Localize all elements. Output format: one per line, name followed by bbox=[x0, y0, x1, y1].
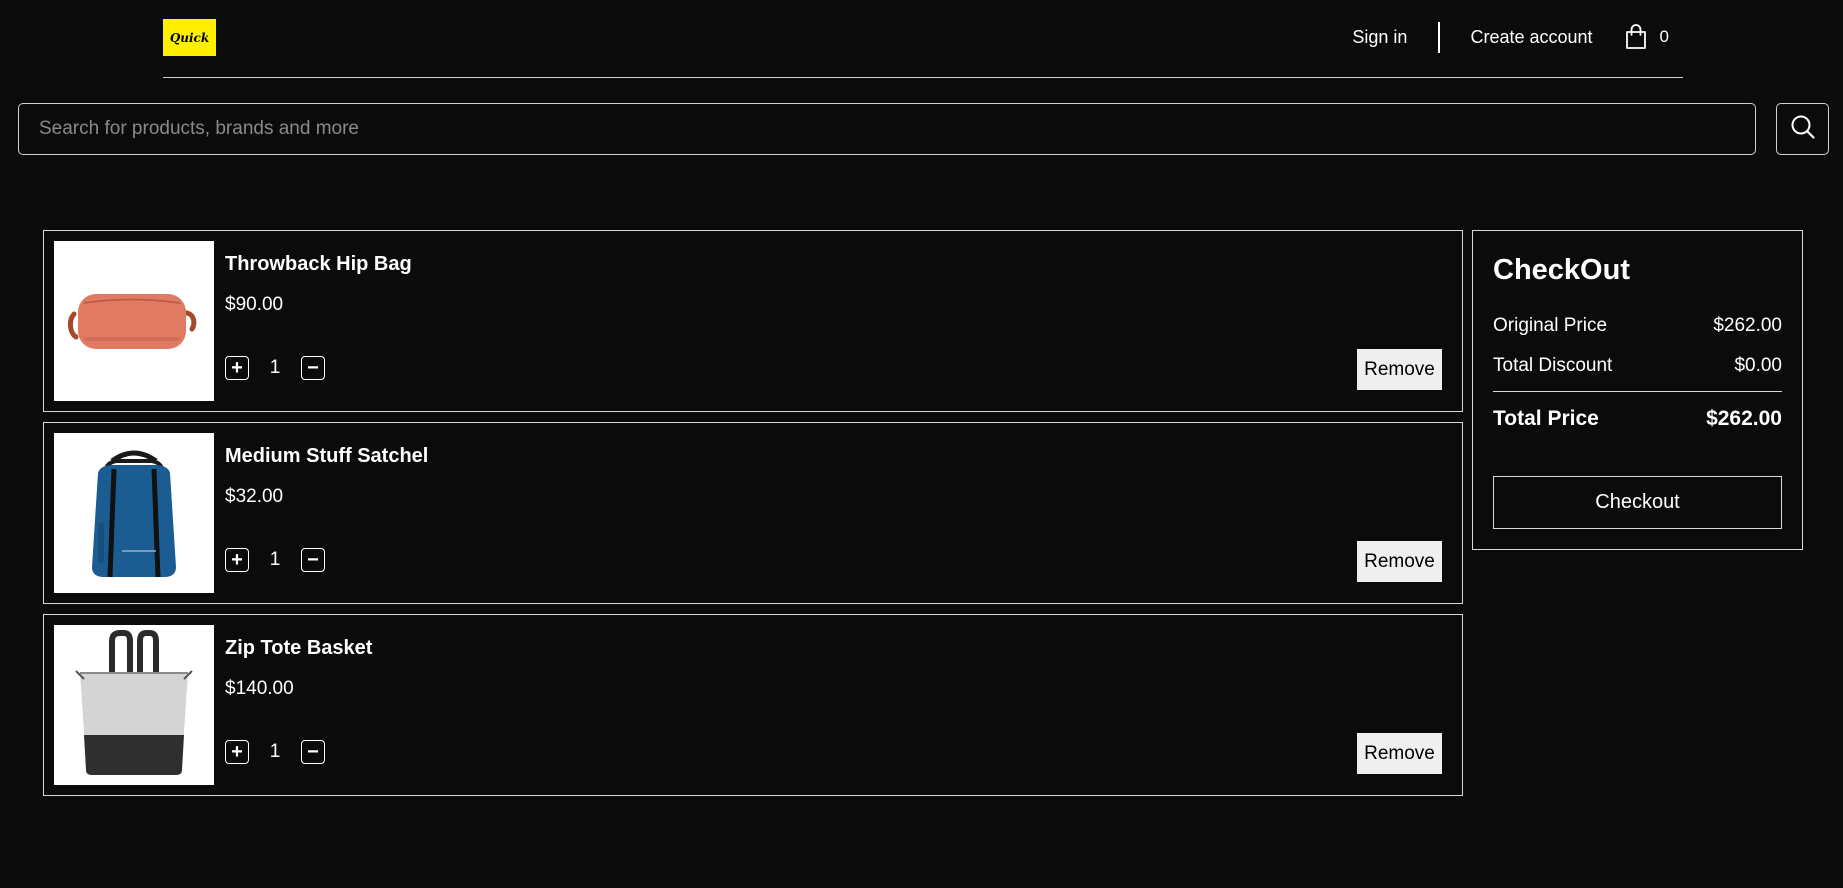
checkout-button[interactable]: Checkout bbox=[1493, 476, 1782, 529]
quantity-value: 1 bbox=[269, 741, 281, 762]
product-price: $90.00 bbox=[225, 294, 284, 315]
total-price-value: $262.00 bbox=[1706, 407, 1782, 430]
discount-label: Total Discount bbox=[1493, 355, 1613, 376]
product-name[interactable]: Zip Tote Basket bbox=[225, 637, 372, 660]
create-account-link[interactable]: Create account bbox=[1470, 27, 1592, 48]
original-price-label: Original Price bbox=[1493, 315, 1608, 336]
product-price: $32.00 bbox=[225, 486, 284, 507]
site-header: Quick Sign in Create account 0 bbox=[163, 0, 1683, 78]
total-price-row: Total Price $262.00 bbox=[1493, 407, 1782, 431]
sign-in-link[interactable]: Sign in bbox=[1352, 27, 1407, 48]
logo[interactable]: Quick bbox=[163, 19, 216, 56]
product-image-hip-bag[interactable] bbox=[54, 241, 214, 401]
shopping-bag-icon bbox=[1625, 24, 1647, 50]
decrease-quantity-button[interactable]: − bbox=[301, 548, 325, 572]
discount-value: $0.00 bbox=[1734, 355, 1782, 376]
product-image-satchel[interactable] bbox=[54, 433, 214, 593]
cart-item: Medium Stuff Satchel $32.00 + 1 − Remove bbox=[43, 422, 1463, 604]
quantity-stepper: + 1 − bbox=[225, 740, 325, 764]
decrease-quantity-button[interactable]: − bbox=[301, 356, 325, 380]
search-icon bbox=[1790, 114, 1816, 145]
quantity-value: 1 bbox=[269, 549, 281, 570]
total-price-label: Total Price bbox=[1493, 407, 1599, 430]
increase-quantity-button[interactable]: + bbox=[225, 548, 249, 572]
checkout-panel: CheckOut Original Price $262.00 Total Di… bbox=[1472, 230, 1803, 550]
quantity-stepper: + 1 − bbox=[225, 356, 325, 380]
product-name[interactable]: Throwback Hip Bag bbox=[225, 253, 412, 276]
cart-item: Zip Tote Basket $140.00 + 1 − Remove bbox=[43, 614, 1463, 796]
product-name[interactable]: Medium Stuff Satchel bbox=[225, 445, 428, 468]
checkout-title: CheckOut bbox=[1493, 254, 1630, 286]
header-nav: Sign in Create account 0 bbox=[1352, 20, 1683, 54]
search-button[interactable] bbox=[1776, 103, 1829, 155]
product-price: $140.00 bbox=[225, 678, 294, 699]
remove-button[interactable]: Remove bbox=[1357, 541, 1442, 582]
cart-count: 0 bbox=[1659, 27, 1669, 46]
remove-button[interactable]: Remove bbox=[1357, 733, 1442, 774]
remove-button[interactable]: Remove bbox=[1357, 349, 1442, 390]
original-price-row: Original Price $262.00 bbox=[1493, 315, 1782, 337]
decrease-quantity-button[interactable]: − bbox=[301, 740, 325, 764]
cart-button[interactable]: 0 bbox=[1625, 24, 1669, 50]
nav-divider bbox=[1438, 21, 1441, 53]
original-price-value: $262.00 bbox=[1713, 315, 1782, 336]
product-image-tote[interactable] bbox=[54, 625, 214, 785]
search-input[interactable] bbox=[18, 103, 1756, 155]
summary-divider bbox=[1493, 391, 1782, 392]
increase-quantity-button[interactable]: + bbox=[225, 740, 249, 764]
quantity-stepper: + 1 − bbox=[225, 548, 325, 572]
quantity-value: 1 bbox=[269, 357, 281, 378]
increase-quantity-button[interactable]: + bbox=[225, 356, 249, 380]
cart-item: Throwback Hip Bag $90.00 + 1 − Remove bbox=[43, 230, 1463, 412]
discount-row: Total Discount $0.00 bbox=[1493, 355, 1782, 377]
